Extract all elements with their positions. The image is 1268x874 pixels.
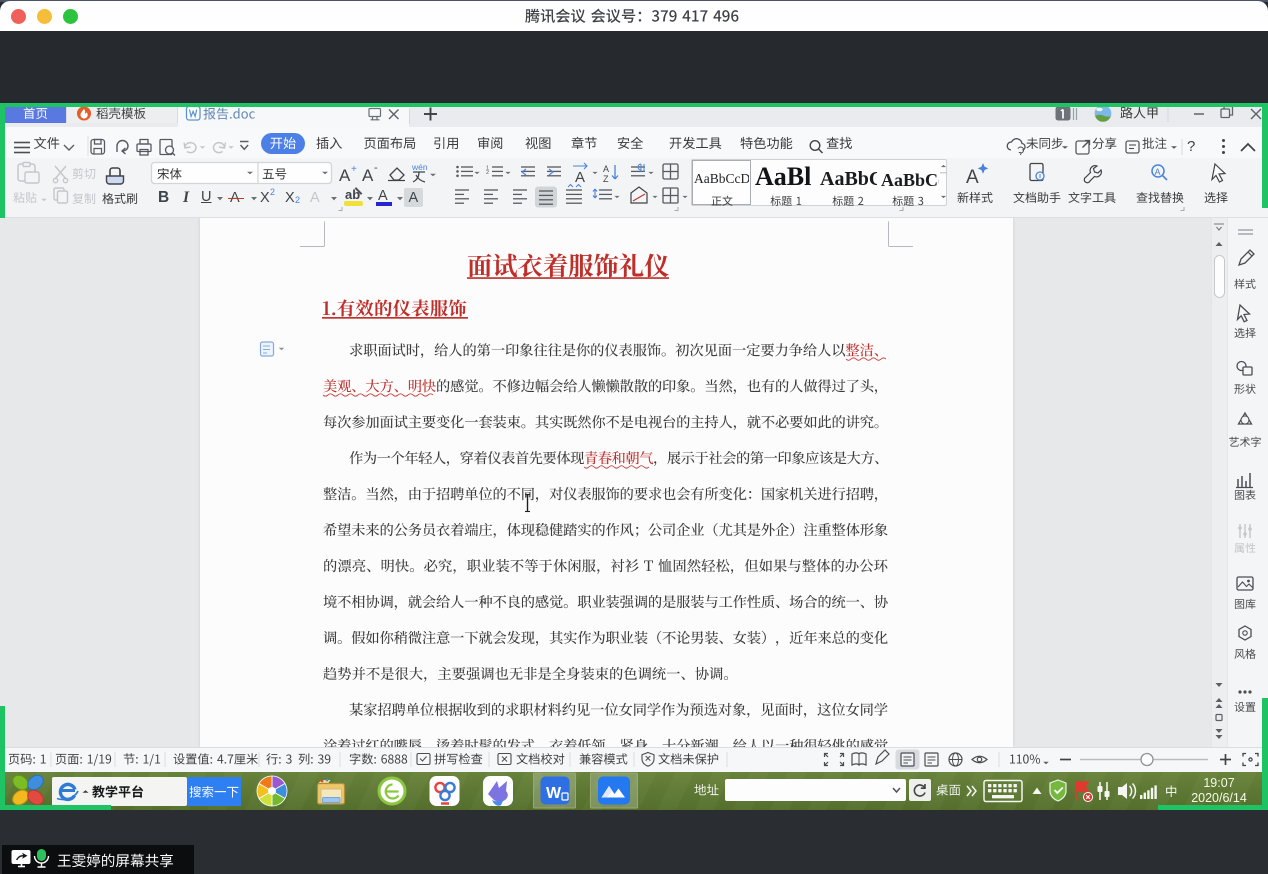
svg-text:A: A bbox=[1155, 167, 1161, 177]
svg-text:wén: wén bbox=[411, 162, 428, 172]
svg-text:A: A bbox=[603, 164, 609, 174]
svg-text:A: A bbox=[362, 166, 374, 185]
svg-text:A: A bbox=[966, 167, 979, 188]
svg-text:-: - bbox=[374, 162, 378, 174]
svg-text:Z: Z bbox=[603, 174, 609, 184]
svg-text:A: A bbox=[575, 169, 585, 186]
svg-text:+: + bbox=[351, 164, 357, 175]
svg-text:A: A bbox=[339, 166, 351, 185]
svg-text:2: 2 bbox=[486, 170, 489, 176]
svg-text:W: W bbox=[546, 785, 562, 802]
